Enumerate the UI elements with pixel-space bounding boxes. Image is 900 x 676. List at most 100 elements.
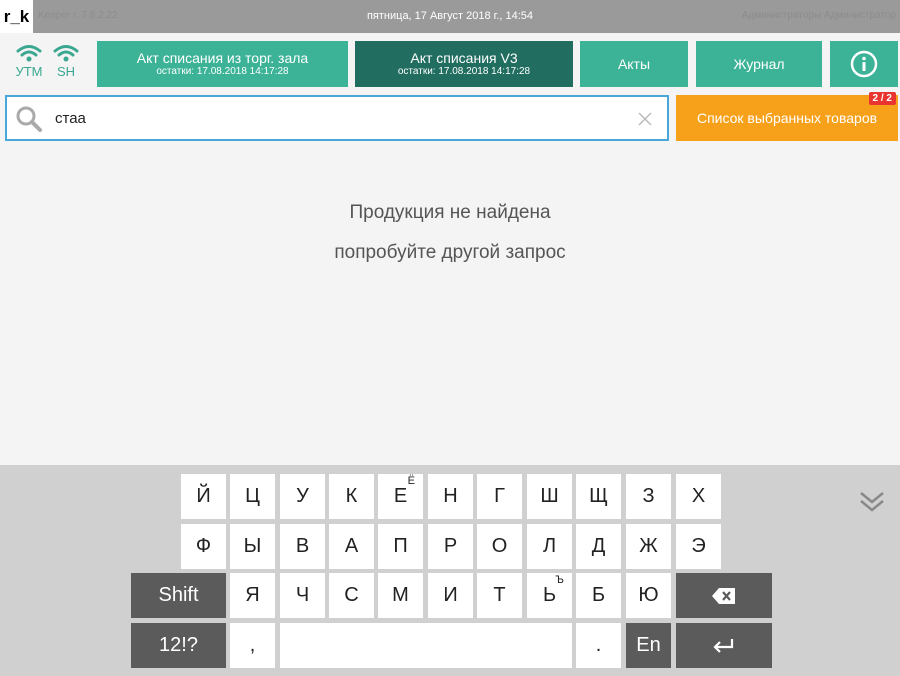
space-key[interactable] (280, 623, 572, 668)
key-label: А (344, 535, 359, 557)
key-label: К (345, 485, 358, 507)
language-key[interactable]: En (626, 623, 671, 668)
connection-sh: SH (49, 44, 83, 79)
enter-key[interactable] (676, 623, 772, 668)
key[interactable]: Ф (181, 524, 226, 569)
key[interactable]: Э (676, 524, 721, 569)
key[interactable]: Ц (230, 474, 275, 519)
button-title: Акт списания из торг. зала (136, 50, 309, 66)
enter-icon (713, 638, 734, 653)
key-label: В (295, 535, 310, 557)
backspace-key[interactable] (676, 573, 772, 618)
close-icon[interactable] (637, 111, 653, 127)
key[interactable]: В (280, 524, 325, 569)
info-button[interactable] (830, 41, 898, 87)
key[interactable]: Й (181, 474, 226, 519)
key[interactable]: И (428, 573, 473, 618)
button-subtitle: остатки: 17.08.2018 14:17:28 (156, 66, 289, 77)
acts-button[interactable]: Акты (580, 41, 688, 87)
key[interactable]: Х (676, 474, 721, 519)
key-label: Н (443, 485, 458, 507)
connection-label: УТМ (15, 64, 43, 79)
key[interactable]: Л (527, 524, 572, 569)
selected-items-button[interactable]: Список выбранных товаров 2 / 2 (676, 92, 898, 141)
key-label: М (392, 584, 409, 606)
search-icon (16, 106, 42, 132)
key[interactable]: ЕЁ (378, 474, 423, 519)
key-label: Ж (639, 535, 658, 557)
journal-button[interactable]: Журнал (696, 41, 822, 87)
key[interactable]: Ш (527, 474, 572, 519)
key-label: Ч (295, 584, 310, 606)
key-label: С (344, 584, 359, 606)
key-label: Щ (589, 485, 608, 507)
key-alt-label: Ъ (555, 574, 564, 586)
key-label: En (636, 634, 661, 656)
key-label: Х (691, 485, 706, 507)
key-label: Б (591, 584, 606, 606)
key-label: , (249, 634, 256, 656)
key[interactable]: Р (428, 524, 473, 569)
selected-count-badge: 2 / 2 (868, 92, 896, 105)
button-title: Акты (617, 56, 651, 72)
key[interactable]: Щ (576, 474, 621, 519)
empty-hint: попробуйте другой запрос (334, 242, 566, 263)
key-label: И (443, 584, 458, 606)
key-label: Э (691, 535, 706, 557)
key[interactable]: М (378, 573, 423, 618)
key-label: О (491, 535, 508, 557)
current-user: Администраторы Администратор (741, 10, 896, 21)
key-label: . (595, 634, 602, 656)
key-label: П (393, 535, 408, 557)
key-label: Ц (245, 485, 260, 507)
key[interactable]: Ы (230, 524, 275, 569)
key[interactable]: Я (230, 573, 275, 618)
shift-key[interactable]: Shift (131, 573, 226, 618)
selected-items-label: Список выбранных товаров (696, 110, 878, 126)
top-bar: r_k Keeper r. 7.6.2.22 пятница, 17 Авгус… (0, 0, 900, 33)
info-icon (850, 50, 878, 78)
connection-utm: УТМ (12, 44, 46, 79)
key[interactable]: О (477, 524, 522, 569)
key-label: Ы (243, 535, 262, 557)
key[interactable]: С (329, 573, 374, 618)
key[interactable]: З (626, 474, 671, 519)
act-v3-button[interactable]: Акт списания V3 остатки: 17.08.2018 14:1… (355, 41, 573, 87)
key[interactable]: Ю (626, 573, 671, 618)
act-hall-button[interactable]: Акт списания из торг. зала остатки: 17.0… (97, 41, 348, 87)
key-label: Й (196, 485, 211, 507)
key-label: Shift (158, 584, 199, 606)
key[interactable]: Б (576, 573, 621, 618)
key[interactable]: У (280, 474, 325, 519)
search-box (5, 95, 669, 141)
key[interactable]: К (329, 474, 374, 519)
key[interactable]: ЬЪ (527, 573, 572, 618)
key-label: 12!? (159, 634, 198, 656)
key[interactable]: Т (477, 573, 522, 618)
key-label: Д (591, 535, 606, 557)
numbers-key[interactable]: 12!? (131, 623, 226, 668)
wifi-icon (53, 45, 79, 62)
chevron-double-down-icon[interactable] (858, 490, 886, 514)
key[interactable]: Г (477, 474, 522, 519)
key[interactable]: Ч (280, 573, 325, 618)
key[interactable]: А (329, 524, 374, 569)
key-label: Ю (638, 584, 659, 606)
key[interactable]: Ж (626, 524, 671, 569)
key[interactable]: Н (428, 474, 473, 519)
key[interactable]: П (378, 524, 423, 569)
key-label: Ь (542, 584, 557, 606)
key[interactable]: Д (576, 524, 621, 569)
button-title: Журнал (733, 56, 785, 72)
key-label: Я (245, 584, 260, 606)
key-label: Ф (195, 535, 212, 557)
search-input[interactable] (55, 106, 615, 130)
connection-label: SH (56, 64, 76, 79)
empty-message: Продукция не найдена (349, 202, 551, 223)
period-key[interactable]: . (576, 623, 621, 668)
key-label: У (296, 485, 309, 507)
comma-key[interactable]: , (230, 623, 275, 668)
button-title: Акт списания V3 (410, 50, 518, 66)
backspace-icon (712, 587, 735, 604)
wifi-icon (16, 45, 42, 62)
